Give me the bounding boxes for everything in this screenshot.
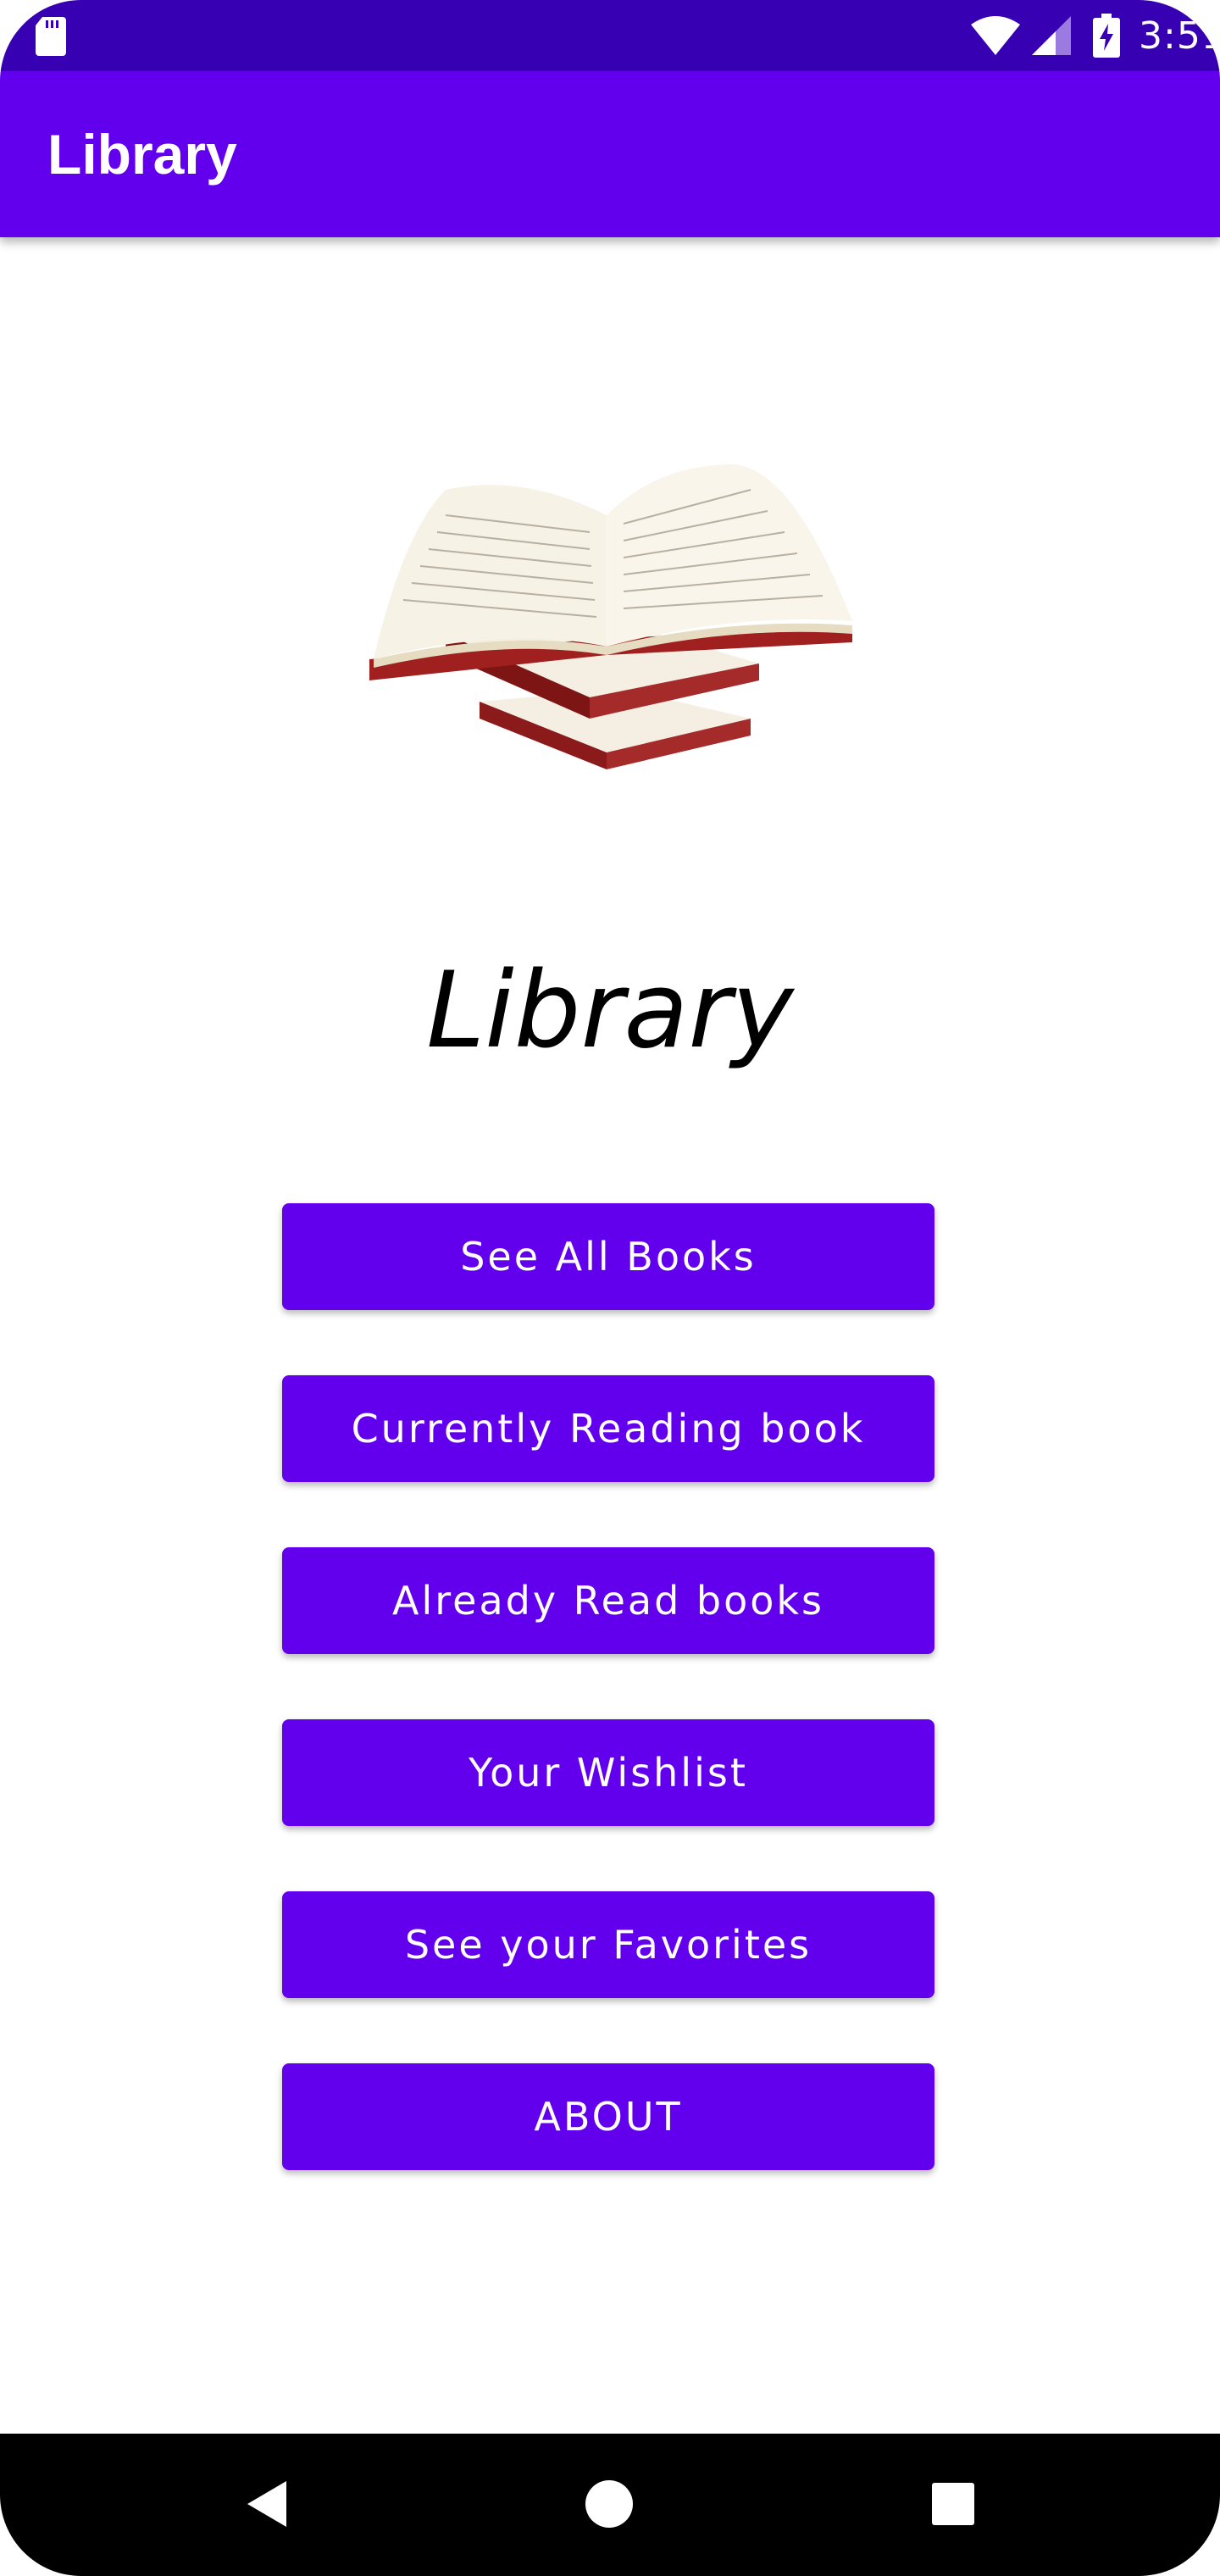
recents-icon[interactable] bbox=[930, 2481, 976, 2527]
already-read-button[interactable]: Already Read books bbox=[282, 1547, 934, 1654]
back-icon[interactable] bbox=[242, 2478, 291, 2530]
status-bar: 3:51 bbox=[0, 0, 1220, 71]
navigation-bar bbox=[0, 2434, 1220, 2576]
main-menu: See All Books Currently Reading book Alr… bbox=[282, 1203, 934, 2235]
battery-charging-icon bbox=[1093, 14, 1120, 58]
sd-card-icon bbox=[36, 17, 66, 56]
signal-icon bbox=[1032, 16, 1071, 55]
status-icons: 3:51 bbox=[969, 0, 1220, 71]
status-time: 3:51 bbox=[1139, 14, 1220, 58]
wifi-icon bbox=[971, 16, 1020, 55]
about-button[interactable]: ABOUT bbox=[282, 2063, 934, 2170]
see-all-books-button[interactable]: See All Books bbox=[282, 1203, 934, 1310]
hero-title: Library bbox=[426, 950, 794, 1072]
app-bar: Library bbox=[0, 71, 1220, 237]
app-bar-title: Library bbox=[47, 123, 237, 186]
currently-reading-button[interactable]: Currently Reading book bbox=[282, 1375, 934, 1482]
books-stack-illustration bbox=[369, 464, 852, 769]
wishlist-button[interactable]: Your Wishlist bbox=[282, 1719, 934, 1826]
favorites-button[interactable]: See your Favorites bbox=[282, 1891, 934, 1998]
home-icon[interactable] bbox=[585, 2479, 634, 2529]
app-screen: 3:51 Library Library See All Books Curre… bbox=[0, 0, 1220, 2576]
